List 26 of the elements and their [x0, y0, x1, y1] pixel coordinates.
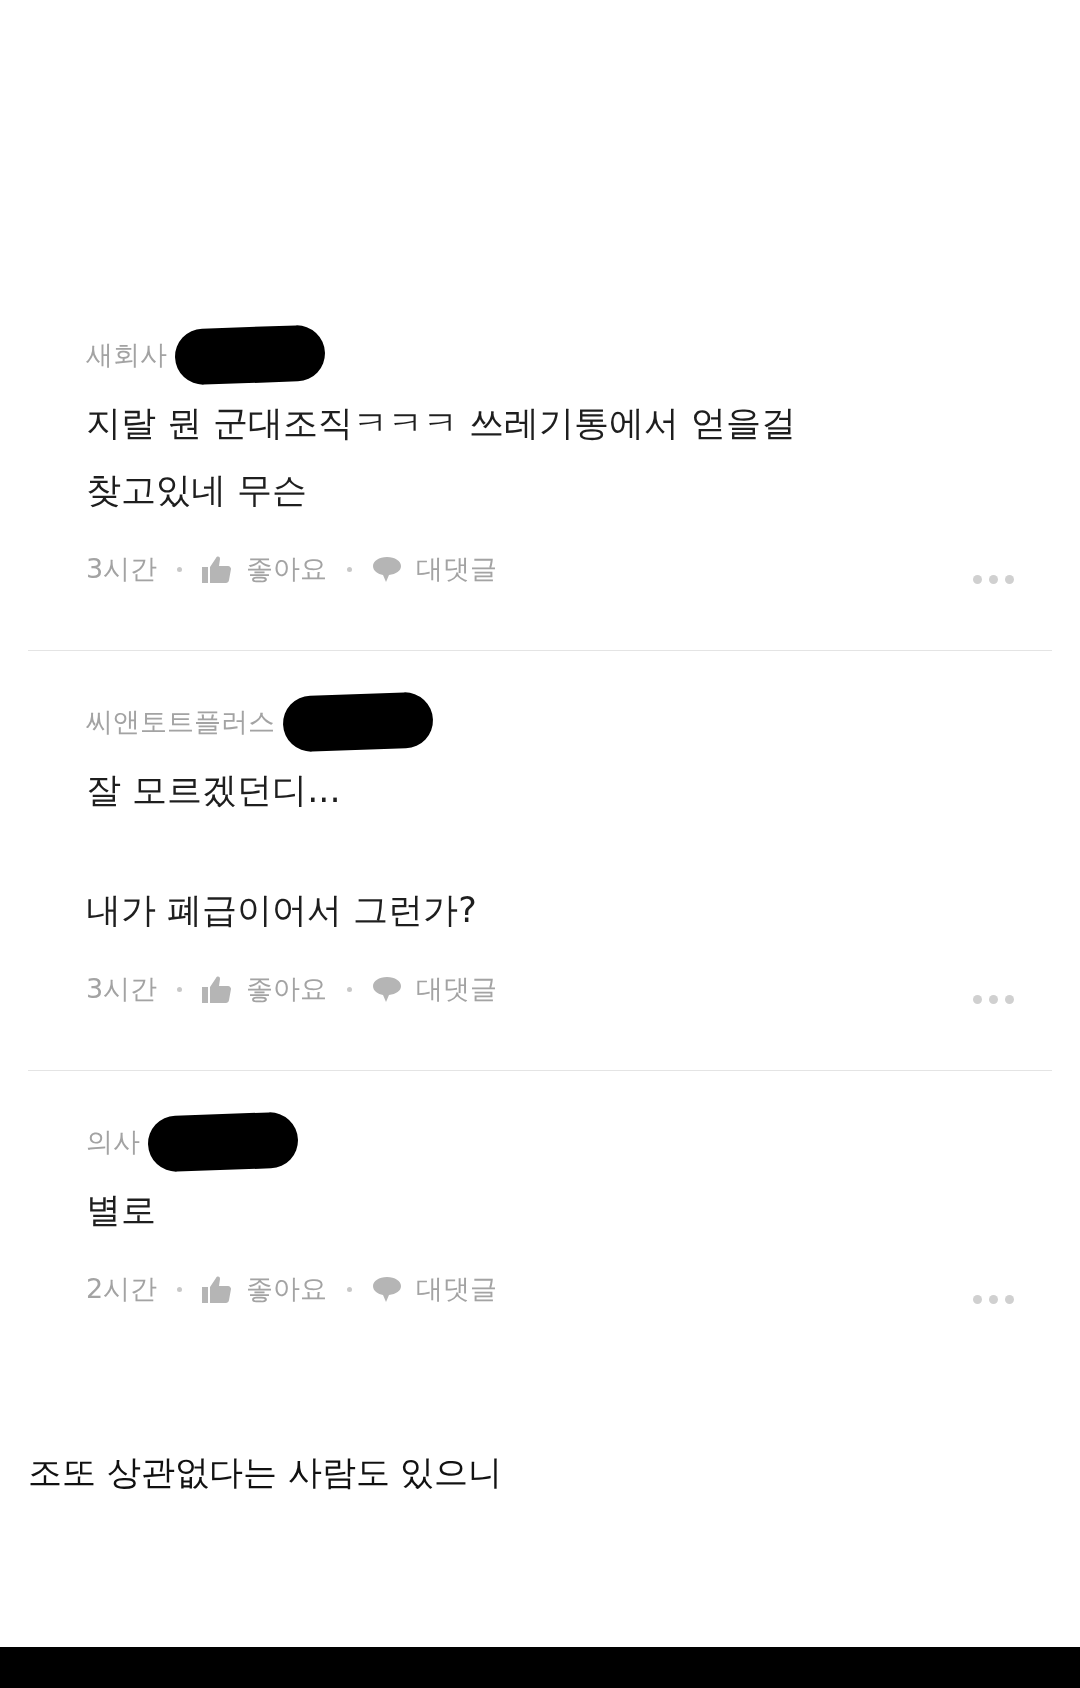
- thumbs-up-icon: [202, 1275, 233, 1303]
- reply-button[interactable]: 대댓글: [372, 969, 498, 1009]
- more-options-icon[interactable]: [973, 574, 1014, 584]
- author-name: 의사: [86, 1125, 140, 1159]
- reply-button[interactable]: 대댓글: [372, 1269, 498, 1309]
- comment-text: 잘 모르겠던디...: [86, 769, 342, 812]
- comment-text: 내가 폐급이어서 그런가?: [86, 889, 478, 932]
- timestamp: 3시간: [86, 972, 158, 1006]
- speech-bubble-icon: [372, 975, 403, 1003]
- like-button[interactable]: 좋아요: [202, 1269, 328, 1309]
- speech-bubble-icon: [372, 1275, 403, 1303]
- reply-button[interactable]: 대댓글: [372, 549, 498, 589]
- comment-text: 지랄 뭔 군대조직ㅋㅋㅋ 쓰레기통에서 얻을걸 찾고있네 무슨: [86, 402, 797, 512]
- more-options-icon[interactable]: [973, 1294, 1014, 1304]
- like-button[interactable]: 좋아요: [202, 969, 328, 1009]
- thumbs-up-icon: [202, 975, 233, 1003]
- author-name: 새회사: [86, 338, 167, 372]
- comment-text: 별로: [86, 1189, 157, 1232]
- more-options-icon[interactable]: [973, 994, 1014, 1004]
- thumbs-up-icon: [202, 555, 233, 583]
- timestamp: 3시간: [86, 552, 158, 586]
- author-name: 씨앤토트플러스: [86, 705, 275, 739]
- speech-bubble-icon: [372, 555, 403, 583]
- like-button[interactable]: 좋아요: [202, 549, 328, 589]
- timestamp: 2시간: [86, 1272, 158, 1306]
- caption-text: 조또 상관없다는 사람도 있으니: [28, 1451, 504, 1494]
